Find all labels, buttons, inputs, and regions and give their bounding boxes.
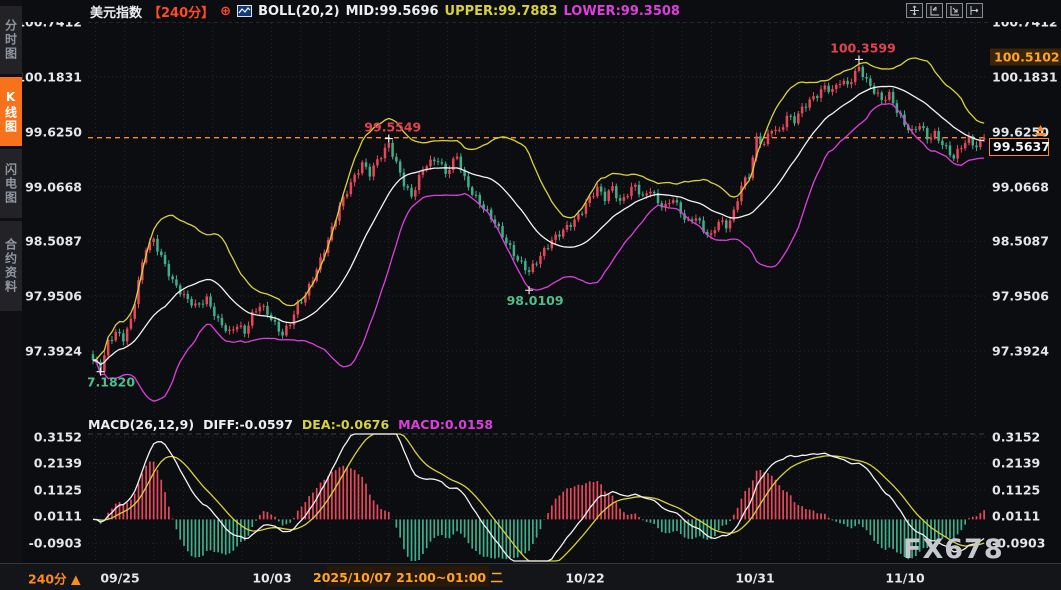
svg-text:97.1820: 97.1820 xyxy=(88,375,135,390)
period-selector[interactable]: 240分 ▲ xyxy=(28,568,81,587)
price-tick-label: 97.3924 xyxy=(992,344,1049,359)
zoom-x-axis-icon[interactable] xyxy=(946,3,963,18)
symbol-title: 美元指数 xyxy=(90,2,142,21)
sidebar-tab-label: 分时图 xyxy=(3,19,20,61)
session-high-label: 100.5102 xyxy=(990,48,1061,65)
candlestick-chart[interactable]: 97.1820 99.5549 98.0109 100.3599 xyxy=(88,22,988,418)
price-tick-label: 100.1831 xyxy=(992,69,1058,84)
indicator-chart-icon xyxy=(237,5,252,17)
chart-header: 美元指数 【240分】 ⊕ BOLL(20,2) MID:99.5696 UPP… xyxy=(22,0,1061,22)
reset-view-icon[interactable] xyxy=(966,3,983,18)
macd-tick-label: 0.1125 xyxy=(34,482,82,497)
date-tick-label: 11/10 xyxy=(885,570,924,585)
period-label[interactable]: 【240分】 xyxy=(148,2,214,21)
svg-text:98.0109: 98.0109 xyxy=(507,293,564,308)
price-tick-label: 99.0668 xyxy=(992,179,1049,194)
add-indicator-icon[interactable]: ⊕ xyxy=(220,5,231,18)
sidebar: 分时图 K线图 闪电图 合约资料 xyxy=(0,0,22,563)
current-price-box: 99.5637 xyxy=(989,138,1049,156)
zoom-y-axis-icon[interactable] xyxy=(926,3,943,18)
pan-tool-icon[interactable] xyxy=(906,3,923,18)
date-tick-label: 10/31 xyxy=(735,570,774,585)
macd-tick-label: 0.2139 xyxy=(992,456,1040,471)
price-alert-marker-icon[interactable] xyxy=(1034,121,1047,132)
macd-dea-value: DEA:-0.0676 xyxy=(302,417,389,432)
macd-diff-value: DIFF:-0.0597 xyxy=(203,417,293,432)
kline-chart-window: 分时图 K线图 闪电图 合约资料 美元指数 【240分】 ⊕ BOLL(20,2… xyxy=(0,0,1061,590)
price-tick-label: 99.6250 xyxy=(25,124,82,139)
price-tick-label: 100.1831 xyxy=(16,69,82,84)
svg-text:99.5549: 99.5549 xyxy=(364,120,421,135)
price-tick-label: 99.0668 xyxy=(25,179,82,194)
chevron-up-icon: ▲ xyxy=(71,571,81,586)
macd-chart[interactable] xyxy=(88,433,988,563)
left-price-axis: 100.7412100.183199.625099.066898.508797.… xyxy=(22,0,86,563)
sidebar-tab-kline[interactable]: K线图 xyxy=(0,77,22,146)
price-tick-label: 98.5087 xyxy=(25,234,82,249)
crosshair-date-tooltip: 2025/10/07 21:00~01:00 二 xyxy=(327,566,489,587)
boll-params-label: BOLL(20,2) xyxy=(258,4,340,19)
price-tick-label: 97.9506 xyxy=(25,289,82,304)
time-axis-bar: 240分 ▲ 2025/10/07 21:00~01:00 二 09/25 10/… xyxy=(0,563,1061,590)
watermark: FX678 xyxy=(903,534,1004,565)
macd-tick-label: 0.3152 xyxy=(34,430,82,445)
macd-params-label: MACD(26,12,9) xyxy=(88,417,194,432)
price-tick-label: 97.9506 xyxy=(992,289,1049,304)
right-price-axis: 100.7412100.183199.625099.066898.508797.… xyxy=(988,0,1061,563)
sidebar-tab-timeshare[interactable]: 分时图 xyxy=(0,6,22,74)
macd-tick-label: 0.1125 xyxy=(992,482,1040,497)
macd-tick-label: 0.0111 xyxy=(992,509,1040,524)
sidebar-tab-contract-info[interactable]: 合约资料 xyxy=(0,221,22,311)
boll-lower-value: LOWER:99.3508 xyxy=(563,4,680,19)
sidebar-tab-label: 合约资料 xyxy=(3,238,20,294)
macd-tick-label: 0.3152 xyxy=(992,430,1040,445)
period-selector-label: 240分 xyxy=(28,571,67,586)
boll-mid-value: MID:99.5696 xyxy=(346,4,439,19)
chart-toolbar xyxy=(906,3,983,18)
macd-tick-label: -0.0903 xyxy=(29,536,82,551)
date-tick-label: 10/22 xyxy=(565,570,604,585)
price-tick-label: 97.3924 xyxy=(25,344,82,359)
svg-text:100.3599: 100.3599 xyxy=(830,40,896,55)
sidebar-tab-label: K线图 xyxy=(3,90,20,134)
date-tick-label: 10/03 xyxy=(252,570,291,585)
sidebar-tab-lightning[interactable]: 闪电图 xyxy=(0,149,22,218)
macd-macd-value: MACD:0.0158 xyxy=(398,417,493,432)
price-tick-label: 98.5087 xyxy=(992,234,1049,249)
macd-tick-label: 0.2139 xyxy=(34,456,82,471)
macd-tick-label: 0.0111 xyxy=(34,509,82,524)
date-tick-label: 09/25 xyxy=(100,570,139,585)
boll-upper-value: UPPER:99.7883 xyxy=(445,4,558,19)
macd-indicator-labels: MACD(26,12,9) DIFF:-0.0597 DEA:-0.0676 M… xyxy=(88,416,493,433)
sidebar-tab-label: 闪电图 xyxy=(3,163,20,205)
